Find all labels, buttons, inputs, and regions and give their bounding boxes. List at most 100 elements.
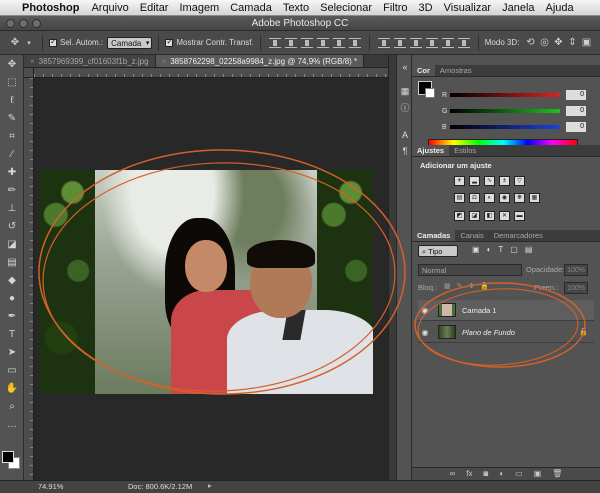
tab-cor[interactable]: Cor — [412, 65, 435, 76]
paragraph-panel-icon[interactable]: ¶ — [397, 143, 413, 159]
align-hcenter-icon[interactable] — [332, 37, 345, 48]
pen-tool-icon[interactable]: ✒ — [0, 307, 24, 325]
lock-transparency-icon[interactable]: ▦ — [444, 282, 451, 290]
align-vcenter-icon[interactable] — [284, 37, 297, 48]
menu-ajuda[interactable]: Ajuda — [546, 2, 574, 14]
filter-smart-icon[interactable]: ▤ — [525, 245, 533, 254]
selective-color-icon[interactable]: ✕ — [499, 211, 510, 221]
distribute-right-icon[interactable] — [457, 37, 470, 48]
distribute-top-icon[interactable] — [377, 37, 390, 48]
3d-rotate-icon[interactable]: ⟲ — [523, 36, 537, 50]
color-slider-b[interactable]: B 0 — [442, 122, 600, 132]
menu-arquivo[interactable]: Arquivo — [91, 2, 128, 14]
close-icon[interactable]: × — [30, 57, 35, 66]
layer-name[interactable]: Plano de Fundo — [462, 328, 515, 337]
window-zoom-button[interactable] — [32, 19, 41, 28]
chevron-down-icon[interactable]: ▾ — [22, 36, 36, 50]
brightness-icon[interactable]: ☀ — [454, 176, 465, 186]
gradient-map-icon[interactable]: ▬ — [514, 211, 525, 221]
menu-filtro[interactable]: Filtro — [383, 2, 407, 14]
distribute-bottom-icon[interactable] — [409, 37, 422, 48]
menu-janela[interactable]: Janela — [502, 2, 534, 14]
align-left-icon[interactable] — [316, 37, 329, 48]
menu-texto[interactable]: Texto — [283, 2, 309, 14]
lasso-tool-icon[interactable]: ℓ — [0, 91, 24, 109]
3d-roll-icon[interactable]: ◎ — [537, 36, 551, 50]
hand-tool-icon[interactable]: ✋ — [0, 379, 24, 397]
slider-track[interactable] — [450, 109, 560, 113]
lock-all-icon[interactable]: 🔒 — [480, 282, 489, 290]
blur-tool-icon[interactable]: ◆ — [0, 271, 24, 289]
marquee-tool-icon[interactable]: ⬚ — [0, 73, 24, 91]
vertical-scrollbar[interactable] — [388, 55, 396, 480]
history-brush-tool-icon[interactable]: ↺ — [0, 217, 24, 235]
quick-select-tool-icon[interactable]: ✎ — [0, 109, 24, 127]
path-select-tool-icon[interactable]: ➤ — [0, 343, 24, 361]
brush-tool-icon[interactable]: ✏ — [0, 181, 24, 199]
character-panel-icon[interactable]: A — [397, 127, 413, 143]
slider-value[interactable]: 0 — [566, 106, 586, 116]
menu-imagem[interactable]: Imagem — [179, 2, 219, 14]
black-white-icon[interactable]: ◐ — [484, 193, 495, 203]
levels-icon[interactable]: ▂ — [469, 176, 480, 186]
menu-selecionar[interactable]: Selecionar — [320, 2, 372, 14]
show-transform-checkbox[interactable] — [165, 37, 174, 47]
menu-camada[interactable]: Camada — [230, 2, 272, 14]
color-slider-r[interactable]: R 0 — [442, 90, 600, 100]
slider-track[interactable] — [450, 125, 560, 129]
3d-pan-icon[interactable]: ✥ — [551, 36, 565, 50]
background-color-swatch[interactable] — [425, 88, 435, 98]
color-balance-icon[interactable]: ⚖ — [469, 193, 480, 203]
filter-type-icon[interactable]: T — [498, 245, 503, 254]
blend-mode-dropdown[interactable]: Normal — [418, 264, 522, 276]
zoom-tool-icon[interactable]: ⌕ — [0, 397, 24, 415]
add-mask-icon[interactable]: ◙ — [483, 468, 488, 480]
menu-app-name[interactable]: Photoshop — [22, 2, 79, 14]
eyedropper-tool-icon[interactable]: ⁄ — [0, 145, 24, 163]
info-panel-icon[interactable]: ⓘ — [397, 99, 413, 115]
color-lookup-icon[interactable]: ▦ — [529, 193, 540, 203]
layer-filter-dropdown[interactable]: ⌕ Tipo — [418, 245, 458, 257]
expand-panels-icon[interactable]: « — [397, 59, 413, 75]
dodge-tool-icon[interactable]: ● — [0, 289, 24, 307]
window-close-button[interactable] — [6, 19, 15, 28]
crop-tool-icon[interactable]: ⌗ — [0, 127, 24, 145]
shape-tool-icon[interactable]: ▭ — [0, 361, 24, 379]
vibrance-icon[interactable]: ▽ — [514, 176, 525, 186]
slider-track[interactable] — [450, 93, 560, 97]
new-adjustment-icon[interactable]: ◐ — [499, 468, 504, 480]
link-layers-icon[interactable]: ∞ — [450, 468, 456, 480]
invert-icon[interactable]: ◩ — [454, 211, 465, 221]
curves-icon[interactable]: ∿ — [484, 176, 495, 186]
window-minimize-button[interactable] — [19, 19, 28, 28]
move-tool-icon[interactable]: ✥ — [0, 55, 24, 73]
fill-input[interactable]: 100% — [564, 282, 588, 294]
slider-value[interactable]: 0 — [566, 90, 586, 100]
clone-stamp-tool-icon[interactable]: ⊥ — [0, 199, 24, 217]
distribute-hcenter-icon[interactable] — [441, 37, 454, 48]
tab-ajustes[interactable]: Ajustes — [412, 145, 450, 156]
doc-tab-2[interactable]: × 3858762298_02258a9984_z.jpg @ 74,9% (RG… — [155, 55, 365, 67]
edit-toolbar-icon[interactable]: … — [0, 415, 24, 433]
exposure-icon[interactable]: ± — [499, 176, 510, 186]
lock-pixels-icon[interactable]: ✎ — [457, 282, 463, 290]
new-layer-icon[interactable]: ▣ — [534, 468, 542, 480]
filter-pixel-icon[interactable]: ▣ — [472, 245, 480, 254]
doc-tab-1[interactable]: × 3857969399_cf01603f1b_z.jpg — [24, 55, 156, 67]
type-tool-icon[interactable]: T — [0, 325, 24, 343]
layer-style-icon[interactable]: fx — [466, 468, 472, 480]
ruler-horizontal[interactable] — [34, 68, 388, 78]
status-menu-arrow-icon[interactable]: ▸ — [208, 481, 212, 490]
eraser-tool-icon[interactable]: ◪ — [0, 235, 24, 253]
ruler-vertical[interactable] — [24, 78, 34, 480]
align-right-icon[interactable] — [348, 37, 361, 48]
layer-row-plano-de-fundo[interactable]: ◉ Plano de Fundo 🔒 — [418, 322, 594, 343]
auto-select-dropdown[interactable]: Camada — [107, 36, 153, 49]
close-icon[interactable]: × — [162, 57, 167, 66]
tab-estilos[interactable]: Estilos — [449, 145, 481, 156]
tab-amostras[interactable]: Amostras — [435, 65, 477, 76]
photo-filter-icon[interactable]: ◉ — [499, 193, 510, 203]
healing-brush-tool-icon[interactable]: ✚ — [0, 163, 24, 181]
foreground-color-swatch[interactable] — [2, 451, 14, 463]
lock-position-icon[interactable]: ✥ — [469, 282, 475, 290]
